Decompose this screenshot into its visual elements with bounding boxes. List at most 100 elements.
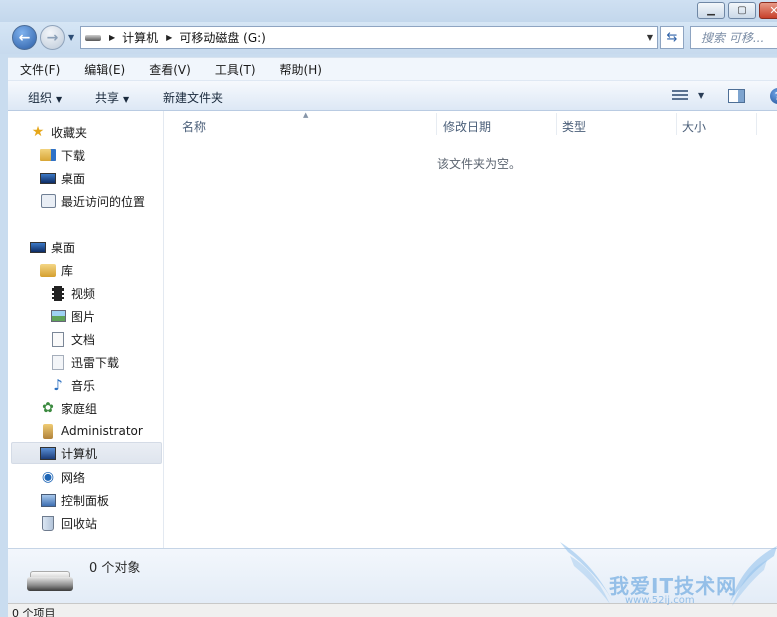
search-placeholder: 搜索 可移... bbox=[701, 31, 765, 45]
recycle-bin-icon bbox=[40, 515, 56, 531]
empty-folder-message: 该文件夹为空。 bbox=[437, 157, 522, 171]
help-icon[interactable]: ? bbox=[770, 88, 777, 104]
nav-thunder-downloads[interactable]: 迅雷下载 bbox=[8, 351, 164, 373]
column-date-modified[interactable]: 修改日期 bbox=[443, 118, 491, 135]
share-label: 共享 bbox=[95, 91, 120, 105]
nav-recent-places[interactable]: 最近访问的位置 bbox=[8, 190, 164, 212]
column-divider[interactable] bbox=[676, 113, 677, 135]
forward-arrow-icon: → bbox=[46, 29, 59, 46]
status-bar: 0 个项目 bbox=[8, 603, 777, 617]
nav-pictures[interactable]: 图片 bbox=[8, 305, 164, 327]
view-dropdown-icon[interactable]: ▼ bbox=[698, 91, 704, 100]
breadcrumb-separator-icon[interactable]: ▶ bbox=[166, 33, 172, 42]
search-input[interactable]: 搜索 可移... bbox=[690, 26, 777, 49]
nav-videos[interactable]: 视频 bbox=[8, 282, 164, 304]
removable-drive-icon bbox=[27, 571, 73, 593]
column-name[interactable]: 名称 bbox=[182, 118, 206, 135]
breadcrumb-drive[interactable]: 可移动磁盘 (G:) bbox=[179, 29, 266, 46]
minimize-icon: ▁ bbox=[707, 5, 715, 16]
address-bar[interactable]: ▶ 计算机 ▶ 可移动磁盘 (G:) ▼ bbox=[80, 26, 658, 49]
column-type[interactable]: 类型 bbox=[562, 118, 586, 135]
minimize-button[interactable]: ▁ bbox=[697, 2, 725, 19]
refresh-icon: ⇆ bbox=[666, 30, 678, 45]
maximize-button[interactable]: ▢ bbox=[728, 2, 756, 19]
user-folder-icon bbox=[40, 423, 56, 439]
navigation-pane: ★ 收藏夹 下载 桌面 最近访问的位置 桌面 库 视频 图片 文档 迅雷下载 ♪… bbox=[8, 111, 164, 548]
nav-label: 视频 bbox=[71, 286, 96, 301]
desktop-icon bbox=[30, 239, 46, 255]
nav-favorites[interactable]: ★ 收藏夹 bbox=[8, 121, 164, 143]
recent-places-icon bbox=[40, 193, 56, 209]
refresh-button[interactable]: ⇆ bbox=[660, 26, 684, 49]
menu-view[interactable]: 查看(V) bbox=[137, 61, 203, 78]
new-folder-button[interactable]: 新建文件夹 bbox=[163, 89, 223, 106]
nav-computer[interactable]: 计算机 bbox=[11, 442, 162, 464]
music-note-icon: ♪ bbox=[53, 376, 63, 394]
organize-button[interactable]: 组织 ▼ bbox=[28, 89, 62, 106]
nav-label: 桌面 bbox=[51, 240, 76, 255]
video-icon bbox=[50, 285, 66, 301]
nav-music[interactable]: ♪ 音乐 bbox=[8, 374, 164, 396]
nav-label: 图片 bbox=[71, 309, 96, 324]
view-options-icon[interactable] bbox=[672, 90, 688, 102]
picture-icon bbox=[50, 308, 66, 324]
column-divider[interactable] bbox=[756, 113, 757, 135]
nav-label: 回收站 bbox=[61, 516, 98, 531]
nav-downloads[interactable]: 下载 bbox=[8, 144, 164, 166]
nav-documents[interactable]: 文档 bbox=[8, 328, 164, 350]
nav-label: Administrator bbox=[61, 424, 143, 438]
menu-file[interactable]: 文件(F) bbox=[8, 61, 72, 78]
star-icon: ★ bbox=[31, 124, 45, 140]
close-button[interactable]: ✕ bbox=[759, 2, 777, 19]
nav-libraries[interactable]: 库 bbox=[8, 259, 164, 281]
nav-label: 文档 bbox=[71, 332, 96, 347]
command-bar: 组织▼ 共享▼ 新建文件夹 ▼ ? bbox=[8, 80, 777, 111]
item-count: 0 个项目 bbox=[12, 607, 56, 617]
nav-administrator[interactable]: Administrator bbox=[8, 420, 164, 442]
menu-edit[interactable]: 编辑(E) bbox=[72, 61, 137, 78]
control-panel-icon bbox=[40, 492, 56, 508]
object-count: 0 个对象 bbox=[89, 561, 141, 576]
share-button[interactable]: 共享 ▼ bbox=[95, 89, 129, 106]
forward-button[interactable]: → bbox=[40, 25, 65, 50]
download-folder-icon bbox=[40, 147, 56, 163]
nav-control-panel[interactable]: 控制面板 bbox=[8, 489, 164, 511]
nav-label: 迅雷下载 bbox=[71, 355, 120, 370]
menu-bar: 文件(F) 编辑(E) 查看(V) 工具(T) 帮助(H) bbox=[8, 57, 777, 80]
maximize-icon: ▢ bbox=[737, 5, 747, 16]
nav-label: 下载 bbox=[61, 148, 86, 163]
sort-arrow-icon: ▲ bbox=[303, 111, 309, 119]
desktop-icon bbox=[40, 170, 56, 186]
nav-recycle-bin[interactable]: 回收站 bbox=[8, 512, 164, 534]
nav-label: 计算机 bbox=[61, 446, 98, 461]
title-bar: ▁ ▢ ✕ bbox=[0, 0, 777, 22]
nav-label: 库 bbox=[61, 263, 74, 278]
details-pane: 0 个对象 bbox=[8, 548, 777, 603]
nav-network[interactable]: ◉ 网络 bbox=[8, 466, 164, 488]
nav-label: 控制面板 bbox=[61, 493, 110, 508]
chevron-down-icon: ▼ bbox=[123, 95, 130, 104]
breadcrumb-separator-icon[interactable]: ▶ bbox=[109, 33, 115, 42]
document-icon bbox=[50, 331, 66, 347]
recent-pages-dropdown[interactable]: ▼ bbox=[68, 33, 74, 42]
menu-tools[interactable]: 工具(T) bbox=[203, 61, 268, 78]
nav-homegroup[interactable]: ✿ 家庭组 bbox=[8, 397, 164, 419]
nav-desktop-favorite[interactable]: 桌面 bbox=[8, 167, 164, 189]
nav-desktop[interactable]: 桌面 bbox=[8, 236, 164, 258]
chevron-down-icon: ▼ bbox=[56, 95, 63, 104]
back-button[interactable]: ← bbox=[12, 25, 37, 50]
address-dropdown-icon[interactable]: ▼ bbox=[647, 33, 653, 42]
file-list[interactable]: ▲ 名称 修改日期 类型 大小 该文件夹为空。 bbox=[164, 111, 777, 548]
computer-icon bbox=[40, 445, 56, 461]
nav-label: 桌面 bbox=[61, 171, 86, 186]
address-row: ← → ▼ ▶ 计算机 ▶ 可移动磁盘 (G:) ▼ ⇆ 搜索 可移... bbox=[0, 22, 777, 54]
column-divider[interactable] bbox=[436, 113, 437, 135]
breadcrumb-computer[interactable]: 计算机 bbox=[122, 29, 158, 46]
close-icon: ✕ bbox=[769, 4, 777, 17]
column-divider[interactable] bbox=[556, 113, 557, 135]
column-size[interactable]: 大小 bbox=[682, 118, 706, 135]
preview-pane-icon[interactable] bbox=[728, 89, 745, 103]
menu-help[interactable]: 帮助(H) bbox=[268, 61, 334, 78]
back-arrow-icon: ← bbox=[18, 29, 31, 46]
nav-label: 家庭组 bbox=[61, 401, 98, 416]
